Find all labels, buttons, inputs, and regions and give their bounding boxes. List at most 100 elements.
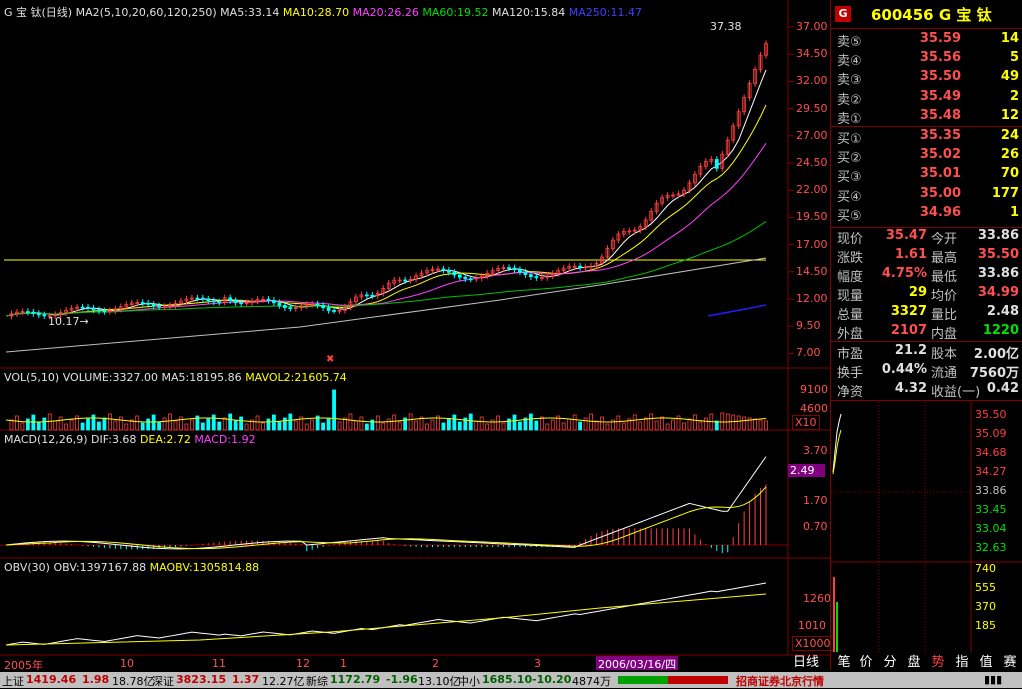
- volume-bar: [124, 423, 129, 431]
- quote-row[interactable]: 买④ 35.00 177: [831, 186, 1022, 205]
- volume-bar: [179, 416, 183, 431]
- volume-bar: [501, 422, 506, 431]
- stat-value: 1220: [982, 323, 1019, 338]
- price-axis-label: 22.00: [796, 183, 828, 197]
- candle-body: [239, 302, 244, 305]
- stat-row: 外盘 2107 内盘 1220: [831, 323, 1022, 342]
- price-axis-label: 7.00: [796, 346, 821, 360]
- quote-volume: 24: [1000, 128, 1019, 143]
- mini-volume-label: 555: [975, 581, 996, 594]
- volume-bar: [211, 414, 216, 431]
- sh-change: 1.98: [82, 673, 110, 686]
- ma250-value: MA250:11.47: [568, 6, 642, 19]
- volume-bar: [222, 417, 227, 431]
- quote-row[interactable]: 买⑤ 34.96 1: [831, 205, 1022, 224]
- tab-race[interactable]: 赛: [1000, 654, 1020, 672]
- sh-amount: 18.78亿: [112, 675, 155, 688]
- market-breadth-icon: [618, 676, 728, 684]
- vol-axis-multiplier: X10: [792, 415, 820, 430]
- macd-axis-0.70: 0.70: [803, 520, 828, 533]
- volume-bar: [359, 416, 364, 431]
- time-axis-label: 10: [120, 657, 134, 670]
- volume-bar: [375, 415, 380, 431]
- time-axis-label: 3: [534, 657, 541, 670]
- high-annotation: 37.38: [710, 20, 742, 33]
- tab-trend[interactable]: 势: [928, 654, 948, 672]
- volume-bar: [583, 417, 588, 431]
- quote-row[interactable]: 买② 35.02 26: [831, 147, 1022, 166]
- candle-body: [578, 265, 583, 268]
- tab-daily[interactable]: 日线: [786, 654, 826, 672]
- volume-bar: [682, 422, 686, 431]
- ma10-value: MA10:28.70: [282, 6, 350, 19]
- mini-price-label: 33.45: [975, 503, 1007, 516]
- stat-value: 0.42: [986, 381, 1019, 396]
- tab-minute[interactable]: 分: [880, 654, 900, 672]
- quote-row[interactable]: 卖⑤ 35.59 14: [831, 31, 1022, 50]
- sz-change: 1.37: [232, 673, 260, 686]
- mini-price-label: 33.04: [975, 522, 1007, 535]
- tab-index[interactable]: 指: [952, 654, 972, 672]
- volume-bar: [310, 419, 315, 431]
- vol-mavol2: MAVOL2:21605.74: [245, 371, 347, 384]
- quote-label: 买④: [837, 189, 862, 205]
- quote-volume: 26: [1000, 147, 1019, 163]
- candle-body: [25, 311, 30, 313]
- volume-bar: [698, 421, 703, 431]
- candle-body: [370, 294, 375, 297]
- candle-body: [266, 298, 271, 301]
- stat-value: 7560万: [969, 366, 1019, 381]
- stat-value: 33.86: [977, 228, 1019, 243]
- quote-row[interactable]: 买③ 35.01 70: [831, 166, 1022, 185]
- quote-row[interactable]: 卖③ 35.50 49: [831, 69, 1022, 88]
- market-status-bar: 上证 1419.46 1.98 18.78亿 深证 3823.15 1.37 1…: [0, 672, 1022, 688]
- obv-title: OBV(30): [4, 561, 50, 574]
- tab-tick[interactable]: 笔: [834, 654, 854, 672]
- time-axis-label: 2: [432, 657, 439, 670]
- volume-bar: [97, 421, 101, 431]
- volume-bar: [261, 422, 265, 431]
- tab-value[interactable]: 值: [976, 654, 996, 672]
- volume-bar: [206, 418, 211, 431]
- mini-price-label: 32.63: [975, 541, 1007, 554]
- quote-row[interactable]: 卖② 35.49 2: [831, 89, 1022, 108]
- candle-body: [80, 306, 85, 309]
- volume-bar: [168, 413, 172, 431]
- main-chart-area[interactable]: ✖ G 宝 钛(日线) MA2(5,10,20,60,120,250) MA5:…: [0, 0, 834, 672]
- volume-bar: [337, 421, 342, 431]
- stat-value: 3327: [890, 304, 927, 319]
- volume-bar: [534, 420, 539, 431]
- volume-bar: [671, 419, 675, 431]
- volume-bar: [408, 413, 413, 431]
- quote-row[interactable]: 买① 35.35 24: [831, 128, 1022, 147]
- fundamental-row: 市盈 21.2 股本 2.00亿: [831, 343, 1022, 362]
- volume-bar: [36, 421, 41, 431]
- mini-price-label: 34.68: [975, 446, 1007, 459]
- quote-label: 卖①: [837, 111, 862, 127]
- tab-price[interactable]: 价: [856, 654, 876, 672]
- volume-bar: [15, 415, 19, 431]
- candle-body: [97, 309, 101, 312]
- tab-book[interactable]: 盘: [904, 654, 924, 672]
- quote-row[interactable]: 卖④ 35.56 5: [831, 50, 1022, 69]
- broker-name[interactable]: 招商证券北京行情: [736, 673, 824, 689]
- mini-price-label: 33.86: [975, 484, 1007, 497]
- stat-row: 涨跌 1.61 最高 35.50: [831, 247, 1022, 266]
- quote-label: 卖⑤: [837, 35, 862, 50]
- volume-bar: [386, 418, 391, 431]
- stat-value: 2107: [890, 323, 927, 338]
- quote-row[interactable]: 卖① 35.48 12: [831, 108, 1022, 127]
- volume-bar: [567, 418, 572, 431]
- volume-bar: [600, 416, 604, 431]
- volume-bar: [687, 418, 692, 431]
- candle-body: [463, 276, 468, 280]
- quote-price: 35.49: [919, 88, 961, 104]
- volume-bar: [9, 419, 14, 431]
- candle-body: [102, 310, 107, 313]
- price-axis-label: 14.50: [796, 264, 828, 278]
- quote-volume: 1: [1009, 204, 1019, 220]
- stat-label: 总量: [837, 308, 864, 323]
- volume-bar: [457, 421, 462, 431]
- stat-label: 市盈: [837, 347, 864, 362]
- stat-label: 涨跌: [837, 251, 864, 266]
